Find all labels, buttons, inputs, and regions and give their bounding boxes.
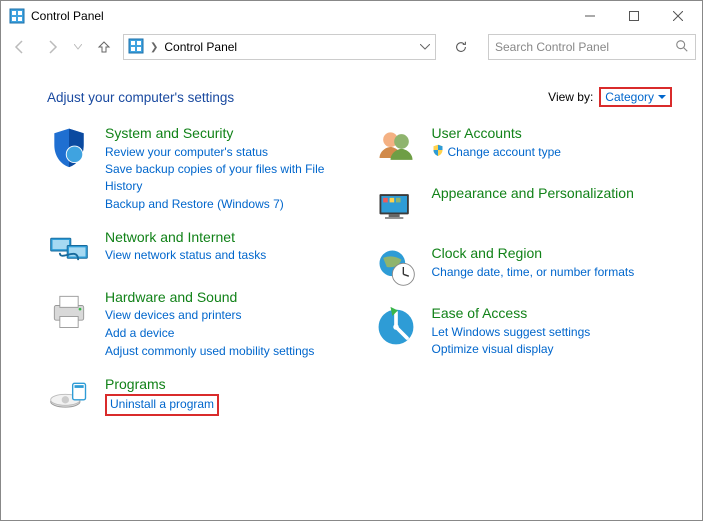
appearance-icon[interactable] bbox=[374, 185, 418, 229]
category-programs: Programs Uninstall a program bbox=[47, 376, 346, 420]
link-devices-printers[interactable]: View devices and printers bbox=[105, 307, 314, 324]
category-title[interactable]: Programs bbox=[105, 376, 219, 394]
page-title: Adjust your computer's settings bbox=[47, 90, 234, 105]
category-title[interactable]: System and Security bbox=[105, 125, 346, 143]
category-clock-region: Clock and Region Change date, time, or n… bbox=[374, 245, 673, 289]
ease-of-access-icon[interactable] bbox=[374, 305, 418, 349]
up-button[interactable] bbox=[91, 34, 117, 60]
minimize-button[interactable] bbox=[568, 1, 612, 31]
link-change-account-type[interactable]: Change account type bbox=[448, 144, 561, 161]
link-add-device[interactable]: Add a device bbox=[105, 325, 314, 342]
navigation-bar: ❯ Control Panel bbox=[1, 31, 702, 67]
category-title[interactable]: Clock and Region bbox=[432, 245, 635, 263]
chevron-right-icon[interactable]: ❯ bbox=[150, 42, 158, 53]
category-system-security: System and Security Review your computer… bbox=[47, 125, 346, 213]
view-by-label: View by: bbox=[548, 90, 593, 104]
programs-icon[interactable] bbox=[47, 376, 91, 420]
link-file-history[interactable]: Save backup copies of your files with Fi… bbox=[105, 161, 346, 195]
network-icon[interactable] bbox=[47, 229, 91, 273]
titlebar: Control Panel bbox=[1, 1, 702, 31]
link-optimize-display[interactable]: Optimize visual display bbox=[432, 341, 591, 358]
category-title[interactable]: Hardware and Sound bbox=[105, 289, 314, 307]
category-title[interactable]: User Accounts bbox=[432, 125, 561, 143]
category-hardware-sound: Hardware and Sound View devices and prin… bbox=[47, 289, 346, 360]
category-network-internet: Network and Internet View network status… bbox=[47, 229, 346, 273]
search-icon[interactable] bbox=[675, 39, 689, 56]
breadcrumb[interactable]: Control Panel bbox=[164, 40, 237, 54]
category-title[interactable]: Network and Internet bbox=[105, 229, 266, 247]
link-uninstall-program[interactable]: Uninstall a program bbox=[105, 394, 219, 416]
search-input[interactable] bbox=[495, 40, 675, 54]
recent-dropdown[interactable] bbox=[71, 34, 85, 60]
link-suggest-settings[interactable]: Let Windows suggest settings bbox=[432, 324, 591, 341]
link-review-status[interactable]: Review your computer's status bbox=[105, 144, 346, 161]
maximize-button[interactable] bbox=[612, 1, 656, 31]
window-title: Control Panel bbox=[31, 9, 104, 23]
control-panel-icon bbox=[128, 38, 144, 57]
forward-button[interactable] bbox=[39, 34, 65, 60]
clock-globe-icon[interactable] bbox=[374, 245, 418, 289]
address-dropdown[interactable] bbox=[413, 35, 435, 59]
back-button[interactable] bbox=[7, 34, 33, 60]
category-column-left: System and Security Review your computer… bbox=[47, 125, 346, 420]
category-ease-of-access: Ease of Access Let Windows suggest setti… bbox=[374, 305, 673, 358]
view-by-value: Category bbox=[605, 90, 654, 104]
category-user-accounts: User Accounts Change account type bbox=[374, 125, 673, 169]
refresh-button[interactable] bbox=[446, 34, 476, 60]
category-title[interactable]: Appearance and Personalization bbox=[432, 185, 634, 203]
category-appearance: Appearance and Personalization bbox=[374, 185, 673, 229]
link-backup-restore[interactable]: Backup and Restore (Windows 7) bbox=[105, 196, 346, 213]
close-button[interactable] bbox=[656, 1, 700, 31]
view-by: View by: Category bbox=[548, 87, 672, 107]
chevron-down-icon bbox=[658, 95, 666, 100]
shield-icon[interactable] bbox=[47, 125, 91, 169]
link-date-time-formats[interactable]: Change date, time, or number formats bbox=[432, 264, 635, 281]
link-network-status[interactable]: View network status and tasks bbox=[105, 247, 266, 264]
content-area: Adjust your computer's settings View by:… bbox=[1, 67, 702, 420]
link-mobility-settings[interactable]: Adjust commonly used mobility settings bbox=[105, 343, 314, 360]
category-title[interactable]: Ease of Access bbox=[432, 305, 591, 323]
address-bar[interactable]: ❯ Control Panel bbox=[123, 34, 436, 60]
printer-icon[interactable] bbox=[47, 289, 91, 333]
search-box[interactable] bbox=[488, 34, 696, 60]
category-column-right: User Accounts Change account type Appear… bbox=[374, 125, 673, 420]
uac-shield-icon bbox=[432, 144, 444, 159]
control-panel-icon bbox=[9, 8, 25, 24]
users-icon[interactable] bbox=[374, 125, 418, 169]
view-by-selector[interactable]: Category bbox=[599, 87, 672, 107]
